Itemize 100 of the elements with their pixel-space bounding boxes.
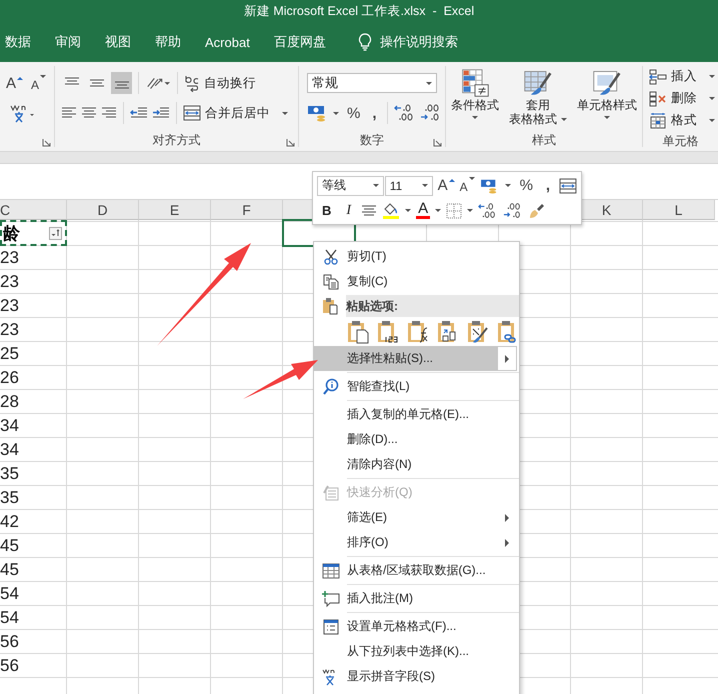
table-cell: 42 <box>0 512 19 532</box>
copy-icon <box>322 274 338 290</box>
cells-command-button[interactable]: 插入 <box>649 66 718 87</box>
ribbon-tab[interactable]: Acrobat <box>193 27 262 57</box>
clipboard-icon <box>322 297 338 315</box>
menu-item[interactable]: 复制(C) <box>314 269 519 294</box>
paste-option-icon[interactable] <box>377 320 399 344</box>
table-cell: 35 <box>0 488 19 508</box>
menu-item[interactable]: 从下拉列表中选择(K)... <box>314 639 519 664</box>
table-cell: 54 <box>0 584 19 604</box>
grow-font-button[interactable]: A <box>438 177 455 194</box>
cells-command-button[interactable]: 删除 <box>649 88 718 109</box>
percent-style-button[interactable]: % <box>343 104 364 122</box>
table-cell: 56 <box>0 656 19 676</box>
dialog-launcher-icon[interactable] <box>42 138 51 147</box>
number-format-dropdown[interactable]: 常规 <box>307 73 437 93</box>
table-cell: 25 <box>0 344 19 364</box>
ribbon-tab[interactable]: 视图 <box>93 27 143 57</box>
table-style-icon <box>523 68 553 98</box>
style-gallery-button[interactable]: 条件格式 <box>451 68 499 126</box>
grow-font-button[interactable]: A <box>6 74 24 92</box>
menu-item[interactable]: 删除(D)... <box>314 427 519 452</box>
column-header[interactable]: F <box>211 200 283 220</box>
group-label: 样式 <box>531 132 557 149</box>
comma-style-button[interactable]: , <box>368 104 381 122</box>
align-center-icon[interactable] <box>81 106 97 120</box>
italic-button[interactable]: I <box>341 202 356 218</box>
menu-item[interactable]: 清除内容(N) <box>314 452 519 477</box>
table-cell: 23 <box>0 296 19 316</box>
cell-style-icon <box>592 68 622 98</box>
ribbon-tab[interactable]: 帮助 <box>143 27 193 57</box>
quick-analysis-icon <box>322 484 338 500</box>
menu-item[interactable]: 剪切(T) <box>314 244 519 269</box>
delete-cells-icon <box>649 90 667 106</box>
table-cell: 56 <box>0 632 19 652</box>
menu-item[interactable]: 从表格/区域获取数据(G)... <box>314 558 519 583</box>
table-cell: 23 <box>0 272 19 292</box>
vertical-align-button[interactable] <box>111 72 132 94</box>
font-size-dropdown[interactable]: 11 <box>384 176 433 196</box>
comma-style-button[interactable]: , <box>542 177 554 194</box>
add-comment-icon <box>322 590 340 608</box>
paste-option-icon[interactable] <box>407 320 429 344</box>
ribbon-tab[interactable]: 审阅 <box>43 27 93 57</box>
merge-center-button[interactable]: 合并后居中 <box>183 104 288 122</box>
shrink-font-button[interactable]: A <box>31 74 46 92</box>
column-header[interactable]: D <box>67 200 139 220</box>
align-center-icon[interactable] <box>361 204 378 218</box>
fill-color-icon[interactable] <box>382 202 400 220</box>
wrap-text-button[interactable]: 自动换行 <box>184 74 256 92</box>
menu-item[interactable]: 设置单元格格式(F)... <box>314 614 519 639</box>
menu-item[interactable]: 显示拼音字段(S) <box>314 664 519 689</box>
merge-cells-icon[interactable] <box>559 178 577 194</box>
group-label: 数字 <box>359 132 385 149</box>
ribbon-tab[interactable]: 数据 <box>0 27 43 57</box>
menu-item[interactable]: 插入批注(M) <box>314 586 519 611</box>
column-header[interactable]: L <box>643 200 715 220</box>
submenu-arrow-button[interactable] <box>497 346 517 371</box>
dialog-launcher-icon[interactable] <box>433 138 442 147</box>
menu-section-header: 粘贴选项: <box>346 295 519 317</box>
menu-item[interactable]: 插入复制的单元格(E)... <box>314 402 519 427</box>
menu-item[interactable]: 筛选(E) <box>314 505 519 530</box>
insert-cells-icon <box>649 68 667 84</box>
paste-option-icon[interactable] <box>467 320 489 344</box>
cells-command-button[interactable]: 格式 <box>649 110 718 131</box>
merge-cells-icon <box>183 105 201 121</box>
shrink-font-button[interactable]: A <box>460 177 475 194</box>
table-cell: 45 <box>0 560 19 580</box>
table-cell: 34 <box>0 416 19 436</box>
paintbrush-icon[interactable] <box>528 202 546 220</box>
menu-item[interactable]: 智能查找(L) <box>314 374 519 399</box>
ribbon-tab[interactable]: 百度网盘 <box>262 27 338 57</box>
format-grid-icon <box>649 112 667 128</box>
column-header[interactable]: C <box>0 200 67 220</box>
conditional-format-icon <box>460 68 490 98</box>
table-cell: 23 <box>0 320 19 340</box>
table-cell: 23 <box>0 248 19 268</box>
filter-dropdown-icon[interactable] <box>49 227 62 240</box>
align-left-icon[interactable] <box>61 106 77 120</box>
paste-option-icon[interactable] <box>347 320 369 344</box>
menu-item[interactable]: 选择性粘贴(S)... <box>314 346 497 371</box>
align-right-icon[interactable] <box>101 106 117 120</box>
dialog-launcher-icon[interactable] <box>286 138 295 147</box>
style-gallery-button[interactable]: 单元格样式 <box>577 68 637 126</box>
font-dropdown[interactable]: 等线 <box>317 176 384 196</box>
table-cell: 54 <box>0 608 19 628</box>
column-header[interactable]: E <box>139 200 211 220</box>
increase-indent-icon[interactable] <box>152 106 170 120</box>
table-cell: 26 <box>0 368 19 388</box>
tell-me-search[interactable]: 操作说明搜索 <box>346 27 470 57</box>
window-title: 新建 Microsoft Excel 工作表.xlsx - Excel <box>244 2 474 20</box>
percent-style-button[interactable]: % <box>516 177 537 194</box>
magnifier-info-icon <box>322 378 340 396</box>
borders-icon[interactable] <box>446 202 462 218</box>
style-gallery-button[interactable]: 套用 表格格式 <box>509 68 567 126</box>
table-cell: 28 <box>0 392 19 412</box>
font-color-button[interactable]: A <box>416 202 430 219</box>
bold-button[interactable]: B <box>317 203 336 218</box>
decrease-indent-icon[interactable] <box>130 106 148 120</box>
lightbulb-icon <box>358 33 372 51</box>
menu-item[interactable]: 排序(O) <box>314 530 519 555</box>
